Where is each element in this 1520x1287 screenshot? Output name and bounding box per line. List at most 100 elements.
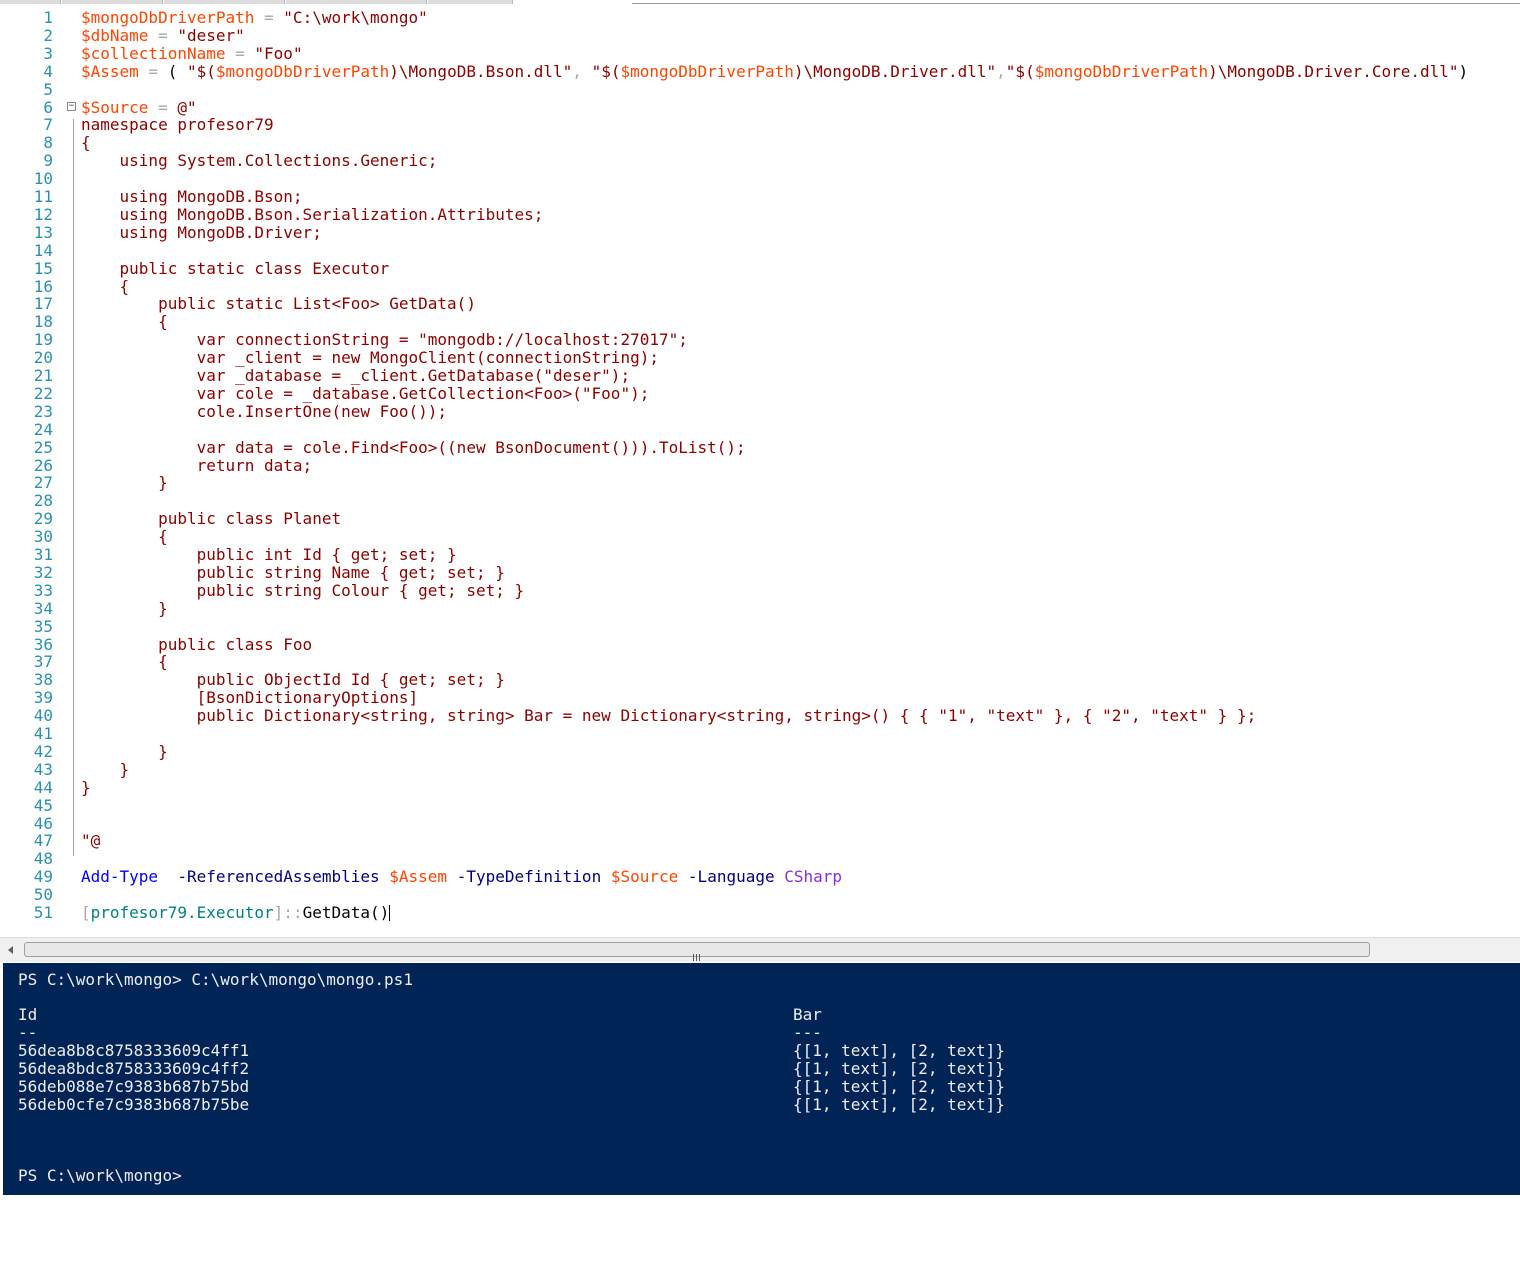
code-text: $Assem = ( "$($mongoDbDriverPath)\MongoD… — [81, 61, 1468, 81]
line-number: 39 — [33, 688, 53, 708]
code-line[interactable]: 46 — [0, 813, 1520, 833]
code-line[interactable]: 30 { — [0, 528, 1520, 546]
code-line[interactable]: 31 public int Id { get; set; } — [0, 546, 1520, 564]
horizontal-scrollbar[interactable] — [0, 937, 1520, 962]
token-here: using System.Collections.Generic; — [81, 151, 438, 171]
console-pane[interactable]: PS C:\work\mongo> C:\work\mongo\mongo.ps… — [3, 963, 1520, 1195]
token-plain: GetData() — [302, 903, 390, 922]
code-text: cole.InsertOne(new Foo()); — [81, 401, 448, 421]
code-line[interactable]: 40 public Dictionary<string, string> Bar… — [0, 707, 1520, 725]
code-line[interactable]: 9 using System.Collections.Generic; — [0, 152, 1520, 170]
code-line[interactable]: 19 var connectionString = "mongodb://loc… — [0, 331, 1520, 349]
code-line[interactable]: 13 using MongoDB.Driver; — [0, 223, 1520, 242]
result-row-bar: {[1, text], [2, text]} — [793, 1059, 1005, 1078]
scroll-left-arrow-icon[interactable] — [8, 946, 13, 954]
code-line[interactable]: 7 namespace profesor79 — [0, 116, 1520, 134]
token-here: using MongoDB.Bson; — [81, 187, 303, 206]
code-line[interactable]: 51 [profesor79.Executor]::GetData() — [0, 904, 1520, 922]
token-op: [ — [81, 903, 91, 922]
token-str: )\MongoDB.Driver.dll" — [793, 61, 997, 81]
line-number: 3 — [43, 43, 53, 63]
token-var: $mongoDbDriverPath — [81, 8, 255, 27]
line-number: 28 — [33, 491, 53, 511]
code-line[interactable]: 15 public static class Executor — [0, 259, 1520, 278]
console-prompt: PS C:\work\mongo> — [18, 1166, 182, 1185]
line-number: 18 — [33, 312, 53, 332]
token-here: cole.InsertOne(new Foo()); — [81, 401, 448, 421]
line-number: 20 — [33, 348, 53, 368]
code-line[interactable]: 16 { — [0, 277, 1520, 296]
token-var: $mongoDbDriverPath — [620, 61, 794, 81]
code-line[interactable]: 22 var cole = _database.GetCollection<Fo… — [0, 383, 1520, 403]
code-line[interactable]: 36 public class Foo — [0, 634, 1520, 654]
code-line[interactable]: 38 public ObjectId Id { get; set; } — [0, 671, 1520, 689]
code-line[interactable]: 8{ — [0, 134, 1520, 152]
code-line[interactable]: 34 } — [0, 598, 1520, 618]
token-str: )\MongoDB.Driver.Core.dll" — [1208, 61, 1459, 81]
code-line[interactable]: 32 public string Name { get; set; } — [0, 563, 1520, 582]
code-line[interactable]: 43 } — [0, 760, 1520, 779]
token-here: public class Foo — [81, 634, 313, 654]
line-number: 31 — [33, 545, 53, 564]
code-line[interactable]: 23 cole.InsertOne(new Foo()); — [0, 401, 1520, 421]
code-line[interactable]: 5 — [0, 80, 1520, 99]
code-line[interactable]: 27 } — [0, 474, 1520, 492]
token-here: namespace profesor79 — [81, 115, 274, 135]
code-line[interactable]: 17 public static List<Foo> GetData() — [0, 295, 1520, 313]
code-line[interactable]: 33 public string Colour { get; set; } — [0, 580, 1520, 600]
code-line[interactable]: 10 — [0, 170, 1520, 188]
line-number: 33 — [33, 580, 53, 600]
code-line[interactable]: 44} — [0, 778, 1520, 797]
code-line[interactable]: 49 Add-Type -ReferencedAssemblies $Assem … — [0, 868, 1520, 886]
code-line[interactable]: 2 $dbName = "deser" — [0, 25, 1520, 45]
token-here: public static List<Foo> GetData() — [81, 294, 476, 314]
code-line[interactable]: 45 — [0, 796, 1520, 815]
line-number: 46 — [33, 813, 53, 833]
code-text: public class Planet — [81, 510, 341, 528]
line-number: 35 — [33, 616, 53, 636]
token-here: } — [81, 473, 168, 493]
code-line[interactable]: 37 { — [0, 653, 1520, 671]
line-number: 9 — [43, 151, 53, 171]
column-header-id: Id — [18, 1005, 38, 1024]
code-line[interactable]: 26 return data; — [0, 455, 1520, 475]
line-number: 42 — [33, 741, 53, 761]
code-line[interactable]: 1 $mongoDbDriverPath = "C:\work\mongo" — [0, 9, 1520, 27]
console-command-line: PS C:\work\mongo> C:\work\mongo\mongo.ps… — [18, 970, 413, 989]
code-line[interactable]: 20 var _client = new MongoClient(connect… — [0, 349, 1520, 367]
code-line[interactable]: 47 "@ — [0, 832, 1520, 850]
code-line[interactable]: 39 [BsonDictionaryOptions] — [0, 689, 1520, 707]
code-text: public Dictionary<string, string> Bar = … — [81, 707, 1257, 725]
code-line[interactable]: 3 $collectionName = "Foo" — [0, 43, 1520, 63]
code-line[interactable]: 14 — [0, 241, 1520, 260]
code-line[interactable]: 6 $Source = @" — [0, 98, 1520, 117]
code-line[interactable]: 11 using MongoDB.Bson; — [0, 188, 1520, 206]
script-editor[interactable]: − 1 $mongoDbDriverPath = "C:\work\mongo" 2… — [0, 4, 1520, 936]
code-line[interactable]: 25 var data = cole.Find<Foo>((new BsonDo… — [0, 438, 1520, 457]
code-line[interactable]: 41 — [0, 725, 1520, 743]
code-line[interactable]: 50 — [0, 886, 1520, 904]
token-str: "deser" — [177, 25, 245, 45]
code-line[interactable]: 28 — [0, 492, 1520, 510]
code-line[interactable]: 48 — [0, 850, 1520, 868]
scrollbar-thumb[interactable] — [24, 942, 1370, 961]
result-row-bar: {[1, text], [2, text]} — [793, 1041, 1005, 1060]
code-line[interactable]: 21 var _database = _client.GetDatabase("… — [0, 367, 1520, 385]
token-here: var connectionString = "mongodb://localh… — [81, 330, 688, 350]
line-number: 24 — [33, 419, 53, 439]
code-line[interactable]: 29 public class Planet — [0, 510, 1520, 528]
line-number: 34 — [33, 598, 53, 618]
code-text: } — [81, 599, 168, 618]
code-text: var connectionString = "mongodb://localh… — [81, 331, 688, 349]
code-line[interactable]: 42 } — [0, 741, 1520, 761]
code-line[interactable]: 24 — [0, 419, 1520, 439]
code-line[interactable]: 4 $Assem = ( "$($mongoDbDriverPath)\Mongo… — [0, 61, 1520, 81]
code-line[interactable]: 12 using MongoDB.Bson.Serialization.Attr… — [0, 205, 1520, 224]
code-line[interactable]: 35 — [0, 616, 1520, 636]
line-number: 26 — [33, 455, 53, 475]
token-var: $Assem — [81, 61, 139, 81]
code-line[interactable]: 18 { — [0, 313, 1520, 331]
token-str: "C:\work\mongo" — [283, 8, 428, 27]
token-here: var cole = _database.GetCollection<Foo>(… — [81, 383, 650, 403]
